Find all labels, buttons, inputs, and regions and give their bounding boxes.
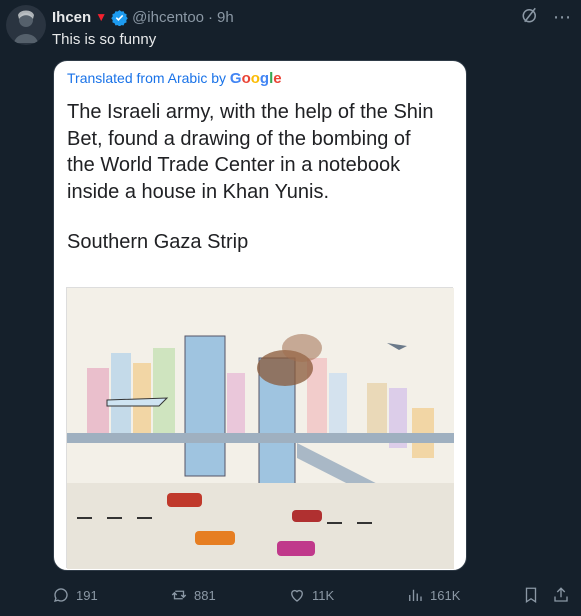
reply-count: 191: [76, 587, 98, 603]
display-name[interactable]: Ihcen: [52, 9, 91, 26]
more-options-icon[interactable]: ⋯: [553, 7, 571, 28]
share-icon: [554, 587, 568, 602]
repost-button[interactable]: 881: [170, 586, 216, 604]
bookmark-icon: [525, 587, 537, 604]
view-count: 161K: [430, 587, 461, 603]
bookmark-button[interactable]: [522, 586, 540, 604]
location-text: Southern Gaza Strip: [67, 231, 249, 253]
separator-dot: ·: [208, 8, 214, 26]
repost-icon: [171, 590, 187, 600]
handle[interactable]: @ihcentoo: [132, 9, 204, 26]
verified-badge-icon[interactable]: [111, 9, 128, 26]
translated-prefix: Translated from Arabic by: [67, 70, 230, 86]
red-triangle-icon: ▼: [95, 10, 108, 24]
body-line: the World Trade Center in a notebook: [67, 154, 401, 176]
tweet[interactable]: Ihcen ▼ @ihcentoo · 9h ⋯ This is so funn…: [0, 0, 581, 616]
google-logo: Google: [229, 70, 282, 87]
views-button[interactable]: 161K: [406, 586, 460, 604]
tweet-text: This is so funny: [52, 31, 157, 48]
reply-button[interactable]: 191: [52, 586, 98, 604]
top-actions: ⋯: [521, 6, 571, 29]
body-line: The Israeli army, with the help of the S…: [67, 101, 434, 123]
grok-icon[interactable]: [521, 6, 539, 29]
like-button[interactable]: 11K: [288, 586, 334, 604]
like-count: 11K: [312, 587, 335, 603]
repost-count: 881: [194, 587, 216, 603]
child-drawing-image[interactable]: [66, 287, 454, 569]
timestamp[interactable]: 9h: [217, 9, 234, 26]
tweet-header: Ihcen ▼ @ihcentoo · 9h: [52, 7, 234, 27]
analytics-icon: [409, 589, 422, 601]
heart-icon: [291, 589, 303, 602]
body-line: inside a house in Khan Yunis.: [67, 180, 330, 203]
translated-image-card[interactable]: Translated from Arabic by Google The Isr…: [53, 60, 467, 571]
translated-body: The Israeli army, with the help of the S…: [67, 99, 457, 205]
action-bar: 191 881 11K 161K: [52, 584, 572, 608]
share-button[interactable]: [552, 586, 570, 604]
translation-attribution: Translated from Arabic by Google: [67, 70, 282, 87]
avatar[interactable]: [6, 5, 46, 45]
reply-icon: [53, 588, 68, 602]
body-line: Bet, found a drawing of the bombing of: [67, 127, 411, 150]
